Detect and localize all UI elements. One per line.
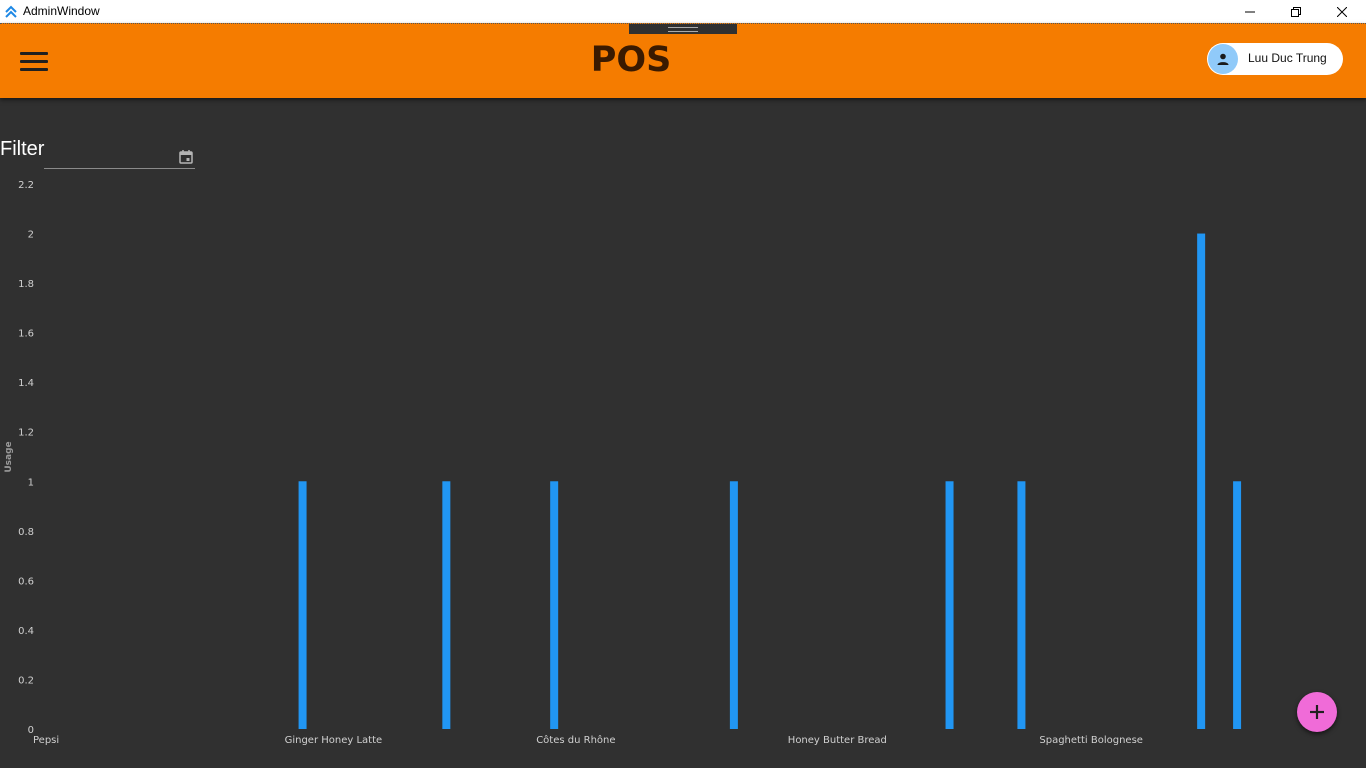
date-filter-field[interactable] — [44, 144, 195, 169]
y-tick-label: 2.2 — [18, 180, 34, 191]
x-tick-label: Pepsi — [33, 735, 59, 746]
y-tick-label: 0.6 — [18, 576, 34, 587]
window-titlebar: AdminWindow — [0, 0, 1366, 24]
x-tick-label: Honey Butter Bread — [788, 735, 887, 746]
x-tick-label: Spaghetti Bolognese — [1039, 735, 1143, 746]
bar — [945, 481, 954, 729]
page-title: POS — [590, 40, 672, 80]
close-button[interactable] — [1319, 0, 1365, 23]
minimize-button[interactable] — [1227, 0, 1273, 23]
person-icon — [1217, 53, 1229, 65]
filter-label: Filter — [0, 138, 45, 160]
y-tick-label: 1.8 — [18, 279, 34, 290]
drag-handle[interactable] — [629, 24, 737, 34]
bar — [729, 481, 738, 729]
app-header: POS Luu Duc Trung — [0, 23, 1366, 98]
x-tick-label: Côtes du Rhône — [536, 734, 615, 746]
y-tick-label: 0.4 — [18, 626, 34, 637]
restore-icon — [1291, 6, 1301, 17]
add-button[interactable] — [1297, 692, 1337, 732]
restore-button[interactable] — [1273, 0, 1319, 23]
app-chevrons-icon — [5, 5, 17, 18]
calendar-icon[interactable] — [178, 149, 194, 165]
y-tick-label: 1 — [28, 477, 34, 488]
bar — [1233, 481, 1242, 729]
y-tick-label: 2 — [28, 230, 34, 241]
y-tick-label: 1.2 — [18, 428, 34, 439]
y-tick-label: 0.8 — [18, 527, 34, 538]
bar — [550, 481, 559, 729]
bar — [442, 481, 451, 729]
y-axis: 00.20.40.60.811.21.41.61.822.2 — [18, 180, 34, 736]
y-tick-label: 1.6 — [18, 329, 34, 340]
bar — [298, 481, 307, 729]
window-title: AdminWindow — [23, 4, 100, 18]
usage-bar-chart: Usage 00.20.40.60.811.21.41.61.822.2 Pep… — [4, 180, 1242, 746]
user-name: Luu Duc Trung — [1248, 51, 1327, 65]
y-tick-label: 1.4 — [18, 378, 34, 389]
y-axis-label: Usage — [4, 441, 14, 472]
bar-series — [298, 233, 1242, 729]
avatar — [1208, 44, 1238, 74]
bar — [1017, 481, 1026, 729]
x-tick-label: Ginger Honey Latte — [285, 735, 383, 746]
x-axis: Pepsi Ginger Honey Latte Côtes du Rhône Hon… — [33, 734, 1143, 746]
bar — [1197, 233, 1206, 729]
user-account-chip[interactable]: Luu Duc Trung — [1207, 43, 1343, 75]
minimize-icon — [1245, 11, 1255, 12]
y-tick-label: 0.2 — [18, 675, 34, 686]
date-input[interactable] — [44, 144, 173, 168]
plus-icon — [1310, 705, 1324, 719]
close-icon — [1337, 6, 1347, 17]
